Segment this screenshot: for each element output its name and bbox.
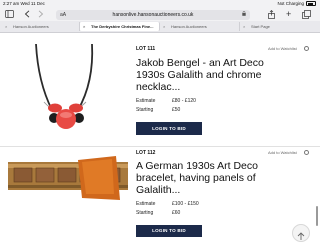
tab-label: Start Page <box>251 24 270 29</box>
estimate-label: Estimate <box>136 201 156 207</box>
divider <box>0 146 320 147</box>
starting-value: £50 <box>172 107 181 113</box>
lot-112-image[interactable] <box>8 152 128 204</box>
starting-value: £60 <box>172 210 181 216</box>
close-icon[interactable]: × <box>5 22 7 31</box>
close-icon[interactable]: × <box>163 22 165 31</box>
lot-111-image[interactable] <box>14 42 122 142</box>
url-text[interactable]: hansonlive.hansonauctioneers.co.uk <box>56 12 250 18</box>
tab-label: Hanson Auctioneers <box>171 24 207 29</box>
lot-title[interactable]: Jakob Bengel - an Art Deco 1930s Galalit… <box>136 57 284 93</box>
battery-status: Not Charging <box>277 1 316 7</box>
close-icon[interactable]: × <box>243 22 245 31</box>
add-to-watchlist-link[interactable]: Add to Watchlist <box>268 46 297 51</box>
lock-icon <box>242 10 246 18</box>
status-time-date: 2:27 am Wed 11 Dec <box>3 1 45 6</box>
lot-number: LOT 112 <box>136 150 156 156</box>
estimate-value: £80 - £120 <box>172 98 196 104</box>
close-icon[interactable]: × <box>83 22 85 31</box>
estimate-label: Estimate <box>136 98 156 104</box>
watchlist-toggle[interactable] <box>304 150 309 155</box>
add-tab-icon[interactable]: + <box>286 9 291 19</box>
lot-number: LOT 111 <box>136 46 156 52</box>
tab-3[interactable]: × Hanson Auctioneers <box>160 22 240 31</box>
lot-title[interactable]: A German 1930s Art Deco bracelet, having… <box>136 160 284 196</box>
add-to-watchlist-link[interactable]: Add to Watchlist <box>268 150 297 155</box>
up-arrow-icon <box>297 228 305 246</box>
status-bar: 2:27 am Wed 11 Dec Not Charging <box>0 0 320 9</box>
login-to-bid-button[interactable]: LOGIN TO BID <box>136 122 202 135</box>
tab-strip: × Hanson Auctioneers × The Derbyshire Ch… <box>0 21 320 33</box>
tab-label: Hanson Auctioneers <box>13 24 49 29</box>
battery-status-label: Not Charging <box>277 1 304 6</box>
browser-toolbar: aA hansonlive.hansonauctioneers.co.uk + <box>0 9 320 21</box>
login-to-bid-button[interactable]: LOGIN TO BID <box>136 225 202 237</box>
estimate-value: £100 - £150 <box>172 201 199 207</box>
scroll-indicator[interactable] <box>316 206 318 226</box>
address-bar[interactable]: aA hansonlive.hansonauctioneers.co.uk <box>56 10 250 20</box>
tab-1[interactable]: × Hanson Auctioneers <box>2 22 80 31</box>
starting-label: Starting <box>136 210 154 216</box>
battery-icon <box>306 1 316 7</box>
tab-label: The Derbyshire Christmas Fine... <box>91 24 154 29</box>
tab-4[interactable]: × Start Page <box>240 22 318 31</box>
back-to-top-button[interactable] <box>292 224 310 242</box>
watchlist-toggle[interactable] <box>304 46 309 51</box>
tab-2[interactable]: × The Derbyshire Christmas Fine... <box>80 22 160 31</box>
starting-label: Starting <box>136 107 154 113</box>
